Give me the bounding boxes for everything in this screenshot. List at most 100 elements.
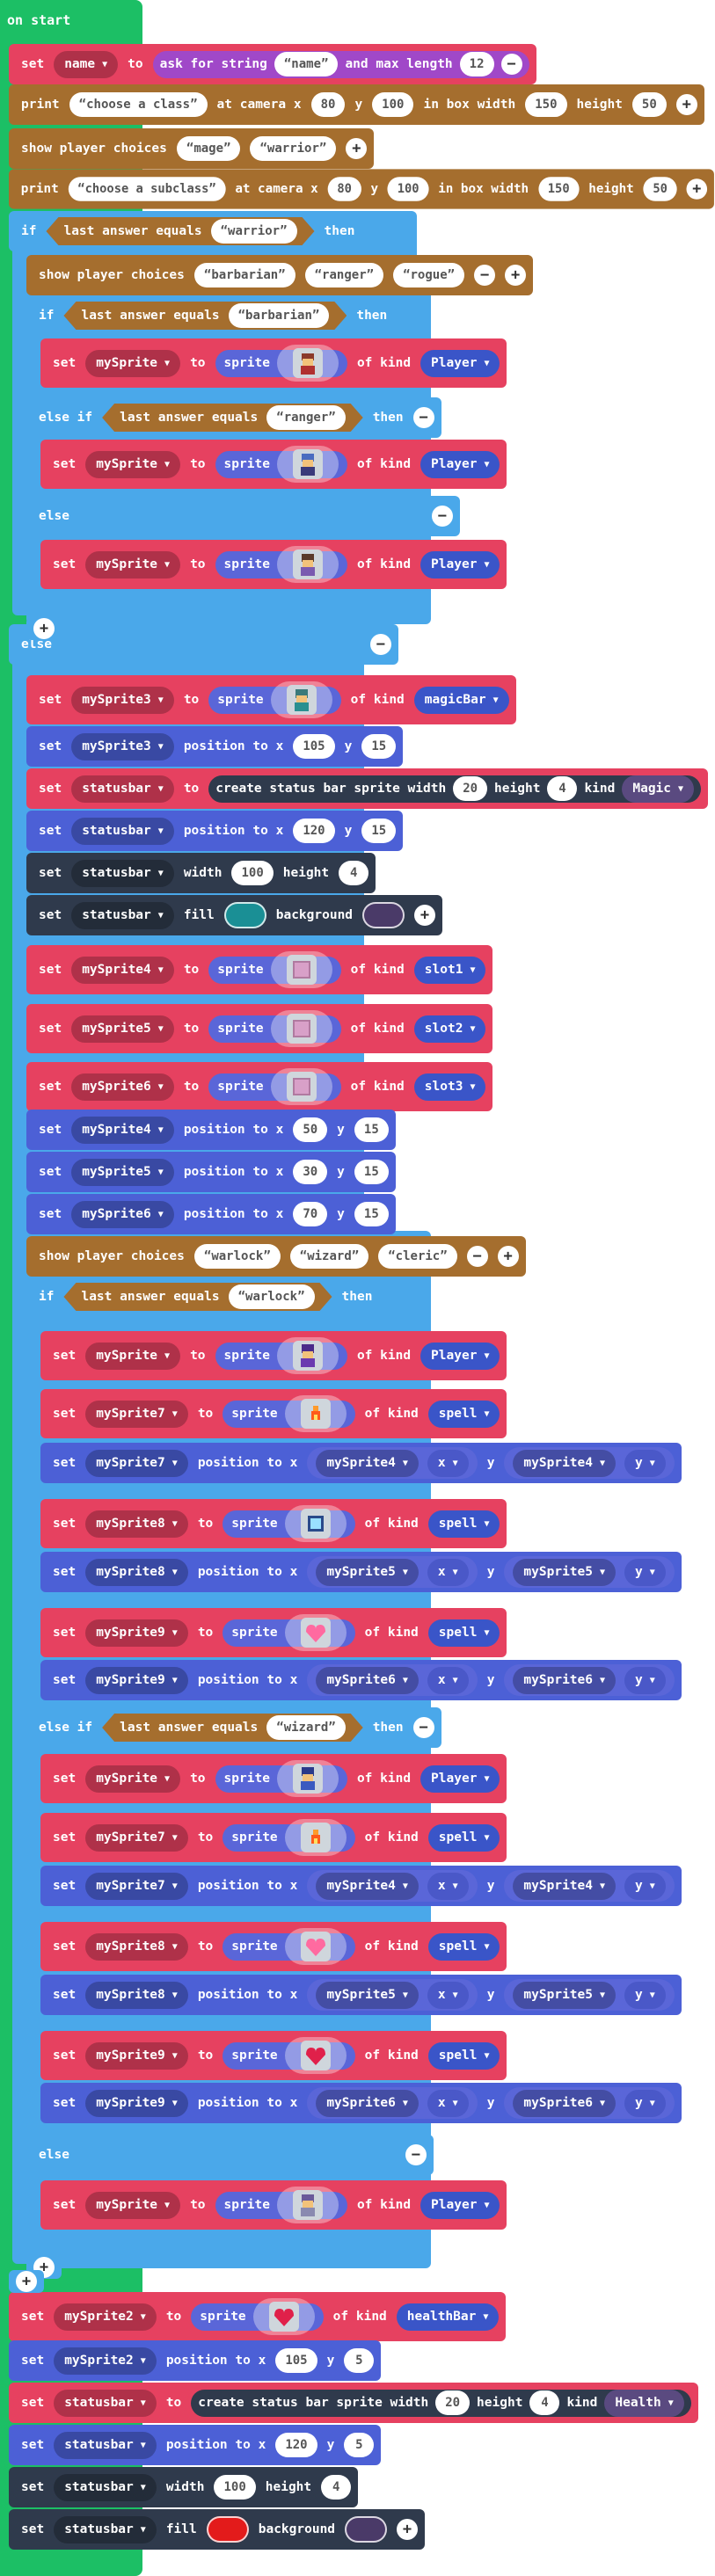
kind-dropdown[interactable]: Player ▼ — [420, 1342, 500, 1370]
variable-dropdown[interactable]: mySprite9 ▼ — [85, 2089, 188, 2117]
kind-dropdown[interactable]: slot3 ▼ — [413, 1073, 486, 1101]
sprite-image-picker[interactable] — [276, 446, 339, 483]
variable-dropdown[interactable]: mySprite7 ▼ — [85, 1823, 188, 1852]
set-sprite-block[interactable]: set mySprite9 ▼ to sprite of kind spell ▼ — [40, 2031, 507, 2080]
set-sprite-block[interactable]: set mySprite8 ▼ to sprite of kind spell ▼ — [40, 1499, 507, 1548]
kind-dropdown[interactable]: spell ▼ — [427, 1400, 500, 1428]
string-input[interactable]: wizard — [266, 1715, 345, 1740]
sprite-image-picker[interactable] — [252, 2298, 315, 2335]
string-input[interactable]: wizard — [289, 1244, 369, 1269]
number-input[interactable]: 105 — [293, 734, 335, 759]
sprite-image-picker[interactable] — [276, 2187, 339, 2223]
sprite-image-picker[interactable] — [284, 1614, 347, 1651]
number-input[interactable]: 100 — [231, 861, 274, 885]
sprite-image-block[interactable]: sprite — [208, 951, 341, 988]
set-sprite-block[interactable]: set mySprite2 ▼ to sprite of kind healthBar ▼ — [9, 2292, 507, 2341]
sprite-image-picker[interactable] — [270, 1068, 332, 1105]
set-sprite-block[interactable]: set mySprite ▼ to sprite of kind Player ▼ — [40, 338, 507, 388]
set-sprite-block[interactable]: set mySprite7 ▼ to sprite of kind spell ▼ — [40, 1813, 507, 1862]
if-add-clause-button[interactable]: + — [9, 2270, 44, 2293]
set-sprite-block[interactable]: set mySprite ▼ to sprite of kind Player ▼ — [40, 540, 507, 589]
variable-dropdown[interactable]: mySprite5 ▼ — [316, 1558, 419, 1586]
if-block[interactable]: if last answer equals warrior then — [9, 211, 362, 251]
set-position-block[interactable]: set mySprite4 ▼ position to x 50 y 15 — [26, 1110, 396, 1150]
variable-dropdown[interactable]: mySprite ▼ — [85, 450, 181, 478]
kind-dropdown[interactable]: spell ▼ — [427, 2041, 500, 2070]
variable-dropdown[interactable]: mySprite5 ▼ — [513, 1558, 617, 1586]
sprite-property-reporter[interactable]: mySprite5 ▼ y ▼ — [504, 1979, 675, 2011]
variable-dropdown[interactable]: mySprite6 ▼ — [71, 1073, 174, 1101]
variable-dropdown[interactable]: mySprite6 ▼ — [316, 1666, 419, 1694]
set-position-block[interactable]: set mySprite6 ▼ position to x 70 y 15 — [26, 1194, 396, 1234]
variable-dropdown[interactable]: mySprite4 ▼ — [316, 1872, 419, 1900]
if-block[interactable]: if last answer equals barbarian then — [26, 295, 395, 336]
number-input[interactable]: 100 — [214, 2475, 256, 2500]
variable-dropdown[interactable]: mySprite8 ▼ — [85, 1558, 188, 1586]
string-input[interactable]: warlock — [193, 1244, 281, 1269]
string-input[interactable]: warlock — [229, 1284, 315, 1309]
ask-for-string-block[interactable]: ask for string name and max length 12− — [152, 50, 529, 78]
minus-circle-icon[interactable]: − — [500, 54, 522, 75]
kind-dropdown[interactable]: y ▼ — [624, 1558, 666, 1586]
variable-dropdown[interactable]: statusbar ▼ — [71, 859, 174, 887]
number-input[interactable]: 4 — [321, 2475, 352, 2500]
kind-dropdown[interactable]: Player ▼ — [420, 1765, 500, 1793]
variable-dropdown[interactable]: mySprite9 ▼ — [85, 1666, 188, 1694]
sprite-image-block[interactable]: sprite — [223, 1395, 355, 1432]
variable-dropdown[interactable]: mySprite ▼ — [85, 349, 181, 377]
number-input[interactable]: 70 — [293, 1202, 328, 1226]
show-player-choices-block[interactable]: show player choices warlock wizard cleric−+ — [26, 1236, 526, 1277]
number-input[interactable]: 12 — [459, 52, 494, 76]
number-input[interactable]: 120 — [293, 819, 335, 843]
create-status-bar-block[interactable]: create status bar sprite width 20 height 4 k… — [208, 775, 702, 803]
plus-circle-icon[interactable]: + — [686, 178, 708, 200]
number-input[interactable]: 120 — [275, 2433, 317, 2457]
minus-circle-icon[interactable]: − — [474, 265, 496, 286]
minus-circle-icon[interactable]: − — [369, 634, 391, 655]
sprite-property-reporter[interactable]: mySprite4 ▼ x ▼ — [307, 1447, 478, 1479]
sprite-image-picker[interactable] — [276, 1760, 339, 1797]
else-row[interactable]: else − — [26, 496, 460, 536]
set-sprite-block[interactable]: set mySprite7 ▼ to sprite of kind spell ▼ — [40, 1389, 507, 1438]
variable-dropdown[interactable]: mySprite3 ▼ — [71, 732, 174, 760]
last-answer-equals-condition[interactable]: last answer equals barbarian — [63, 302, 347, 330]
if-add-clause-button[interactable]: + — [26, 617, 62, 640]
number-input[interactable]: 100 — [372, 92, 414, 117]
sprite-image-block[interactable]: sprite — [191, 2298, 324, 2335]
last-answer-equals-condition[interactable]: last answer equals wizard — [102, 1714, 363, 1742]
number-input[interactable]: 15 — [361, 819, 397, 843]
set-sprite-block[interactable]: set mySprite ▼ to sprite of kind Player ▼ — [40, 1331, 507, 1380]
kind-dropdown[interactable]: spell ▼ — [427, 1823, 500, 1852]
set-sprite-block[interactable]: set mySprite8 ▼ to sprite of kind spell ▼ — [40, 1922, 507, 1971]
sprite-image-picker[interactable] — [270, 681, 332, 718]
variable-dropdown[interactable]: mySprite7 ▼ — [85, 1400, 188, 1428]
variable-dropdown[interactable]: mySprite6 ▼ — [513, 1666, 617, 1694]
plus-circle-icon[interactable]: + — [397, 2519, 419, 2540]
sprite-property-reporter[interactable]: mySprite6 ▼ y ▼ — [504, 2087, 675, 2119]
number-input[interactable]: 20 — [453, 776, 488, 801]
variable-dropdown[interactable]: mySprite5 ▼ — [71, 1158, 174, 1186]
variable-dropdown[interactable]: mySprite9 ▼ — [85, 2041, 188, 2070]
sprite-image-block[interactable]: sprite — [215, 546, 347, 583]
set-position-block[interactable]: set statusbar ▼ position to x 120 y 15 — [26, 811, 404, 851]
set-position-block[interactable]: set statusbar ▼ position to x 120 y 5 — [9, 2425, 382, 2465]
variable-dropdown[interactable]: mySprite2 ▼ — [54, 2303, 157, 2331]
kind-dropdown[interactable]: spell ▼ — [427, 1619, 500, 1647]
variable-dropdown[interactable]: statusbar ▼ — [54, 2515, 157, 2543]
variable-dropdown[interactable]: statusbar ▼ — [54, 2389, 157, 2417]
variable-dropdown[interactable]: mySprite4 ▼ — [513, 1449, 617, 1477]
number-input[interactable]: 100 — [387, 177, 429, 201]
variable-dropdown[interactable]: mySprite6 ▼ — [513, 2089, 617, 2117]
kind-dropdown[interactable]: y ▼ — [624, 1666, 666, 1694]
variable-dropdown[interactable]: mySprite7 ▼ — [85, 1449, 188, 1477]
set-position-block[interactable]: set mySprite9 ▼ position to x mySprite6 ▼ x ▼ y m… — [40, 2083, 682, 2123]
number-input[interactable]: 4 — [547, 776, 578, 801]
minus-circle-icon[interactable]: − — [412, 1717, 434, 1738]
plus-circle-icon[interactable]: + — [414, 905, 436, 926]
number-input[interactable]: 50 — [293, 1117, 328, 1142]
set-sprite-block[interactable]: set mySprite4 ▼ to sprite of kind slot1 ▼ — [26, 945, 493, 994]
minus-circle-icon[interactable]: − — [466, 1246, 488, 1267]
number-input[interactable]: 80 — [310, 92, 346, 117]
variable-dropdown[interactable]: statusbar ▼ — [71, 817, 174, 845]
background-color-picker[interactable] — [345, 2516, 388, 2543]
